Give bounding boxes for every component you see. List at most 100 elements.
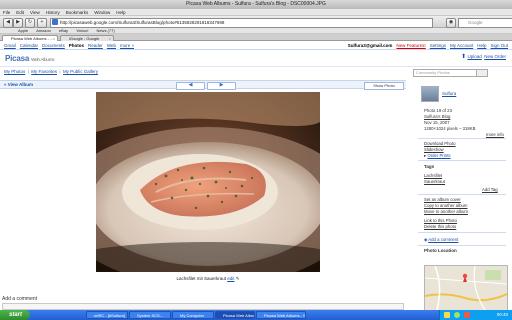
site-favicon-icon bbox=[52, 19, 58, 25]
search-icon[interactable] bbox=[476, 69, 488, 77]
upload-link[interactable]: Upload bbox=[467, 54, 481, 59]
gbar-calendar[interactable]: Calendar bbox=[18, 41, 40, 50]
taskbar-mirc[interactable]: mIRC - [#Sulfura] bbox=[86, 311, 128, 319]
next-photo-button[interactable]: ▶ bbox=[207, 82, 236, 90]
rss-icon[interactable]: ◉ bbox=[446, 18, 456, 28]
address-bar[interactable]: http://picasaweb.google.com/Sulfura3/Sul… bbox=[50, 18, 433, 28]
location-map[interactable] bbox=[424, 265, 508, 311]
add-bookmark-icon[interactable]: + bbox=[37, 18, 47, 28]
link-to-photo-link[interactable]: Link to this Photo bbox=[424, 218, 457, 223]
separator: | bbox=[27, 69, 29, 74]
view-album-link[interactable]: « View Album bbox=[4, 82, 33, 87]
taskbar-my-computer[interactable]: My Computer bbox=[172, 311, 214, 319]
picasa-header: Picasa Web Albums ⬆ Upload New Order bbox=[0, 50, 512, 67]
tray-security-icon[interactable] bbox=[464, 312, 470, 318]
more-info-link[interactable]: more info bbox=[486, 132, 504, 137]
edit-caption-link[interactable]: edit bbox=[227, 276, 234, 281]
menu-window[interactable]: Window bbox=[91, 9, 113, 16]
menu-help[interactable]: Help bbox=[113, 9, 128, 16]
sign-out-link[interactable]: Sign Out bbox=[488, 41, 510, 50]
my-photos-link[interactable]: My Photos bbox=[4, 67, 25, 76]
upload-icon: ⬆ bbox=[461, 54, 467, 60]
caption-edit-icon[interactable]: ✎ bbox=[236, 276, 240, 281]
add-comment-link[interactable]: Add a comment bbox=[428, 237, 458, 242]
tag-lachsfilet[interactable]: Lachsfilet bbox=[424, 173, 442, 178]
photo-location-heading: Photo Location bbox=[424, 248, 457, 253]
my-account-link[interactable]: My Account bbox=[448, 41, 475, 50]
main-photo[interactable] bbox=[96, 92, 320, 272]
picasa-logo[interactable]: Picasa Web Albums bbox=[5, 54, 55, 63]
comment-bubble-icon: ◆ bbox=[424, 237, 428, 242]
separator: | bbox=[59, 69, 61, 74]
taskbar-picasa-2[interactable]: Picasa Web Albums - S... bbox=[256, 311, 306, 319]
move-to-album-link[interactable]: Move to another album bbox=[424, 209, 468, 214]
delete-photo-link[interactable]: Delete this photo bbox=[424, 224, 456, 229]
gbar-reader[interactable]: Reader bbox=[86, 41, 105, 50]
taskbar-system[interactable]: System SCS... bbox=[129, 311, 171, 319]
back-icon[interactable]: ◀ bbox=[3, 18, 13, 28]
forward-icon[interactable]: ▶ bbox=[13, 18, 23, 28]
photo-date: Nov 15, 2007 bbox=[424, 120, 450, 125]
photo-image bbox=[96, 92, 320, 272]
taskbar-picasa-1[interactable]: Picasa Web Albums bbox=[215, 311, 255, 319]
menu-bookmarks[interactable]: Bookmarks bbox=[63, 9, 92, 16]
menu-view[interactable]: View bbox=[27, 9, 43, 16]
divider bbox=[418, 160, 506, 161]
slideshow-link[interactable]: Slideshow bbox=[424, 147, 444, 152]
google-bar: Gmail Calendar Documents Photos Reader Web mor… bbox=[0, 41, 512, 50]
menu-bar: File Edit View History Bookmarks Window Help bbox=[0, 9, 512, 16]
show-photo-button[interactable]: Show Photo bbox=[364, 82, 404, 90]
browser-toolbar: ◀ ▶ ↻ + http://picasaweb.google.com/Sulf… bbox=[0, 16, 512, 28]
order-prints-icon: ▸ bbox=[424, 153, 427, 158]
tray-app-icon[interactable] bbox=[444, 312, 450, 318]
system-tray: 00:40 bbox=[439, 310, 512, 320]
order-prints-link[interactable]: Order Prints bbox=[427, 153, 450, 158]
taskbar: start mIRC - [#Sulfura] System SCS... My… bbox=[0, 310, 512, 320]
start-button[interactable]: start bbox=[0, 310, 30, 320]
settings-link[interactable]: Settings bbox=[428, 41, 448, 50]
previous-photo-button[interactable]: ◀ bbox=[176, 82, 205, 90]
menu-history[interactable]: History bbox=[43, 9, 63, 16]
my-public-gallery-link[interactable]: My Public Gallery bbox=[63, 67, 98, 76]
photo-navigation-bar: « View Album ◀ ▶ Show Photo bbox=[0, 80, 406, 90]
reload-icon[interactable]: ↻ bbox=[25, 18, 35, 28]
comments-heading: Add a comment bbox=[2, 296, 38, 302]
clock: 00:40 bbox=[496, 312, 508, 317]
photo-dimensions: 1280×1024 pixels – 318KB bbox=[424, 126, 476, 131]
copy-to-album-link[interactable]: Copy to another album bbox=[424, 203, 467, 208]
comment-textarea[interactable] bbox=[2, 303, 404, 310]
add-tag-link[interactable]: Add Tag bbox=[482, 187, 498, 192]
new-order-link[interactable]: New Order bbox=[484, 54, 506, 59]
tray-network-icon[interactable] bbox=[454, 312, 460, 318]
gbar-gmail[interactable]: Gmail bbox=[2, 41, 18, 50]
set-album-cover-link[interactable]: Set as album cover bbox=[424, 197, 461, 202]
user-name-link[interactable]: Sulfura bbox=[442, 91, 456, 96]
location-pin-icon bbox=[462, 273, 468, 279]
divider bbox=[418, 232, 506, 233]
tags-heading: Tags bbox=[424, 164, 435, 169]
sub-navigation: My Photos | My Favorites | My Public Gal… bbox=[0, 67, 512, 77]
tab-bar: Picasa Web Albums - ... × iGoogle - Goog… bbox=[0, 34, 512, 47]
download-photo-link[interactable]: Download Photo bbox=[424, 141, 456, 146]
photo-position: Photo 19 of 23 bbox=[424, 108, 452, 113]
help-link[interactable]: Help bbox=[475, 41, 488, 50]
new-features-link[interactable]: New Features! bbox=[394, 41, 427, 50]
gbar-web[interactable]: Web bbox=[105, 41, 118, 50]
search-field[interactable]: Google bbox=[458, 18, 512, 28]
tag-sauerkraut[interactable]: Sauerkraut bbox=[424, 179, 445, 184]
gbar-photos: Photos bbox=[68, 43, 85, 48]
divider bbox=[418, 138, 506, 139]
gbar-documents[interactable]: Documents bbox=[40, 41, 67, 50]
menu-file[interactable]: File bbox=[0, 9, 13, 16]
photo-caption-row: Lachsfilet mit Sauerkraut edit ✎ bbox=[96, 276, 320, 282]
community-search-input[interactable]: Community Photos bbox=[413, 69, 477, 77]
my-favorites-link[interactable]: My Favorites bbox=[31, 67, 57, 76]
logo-text: Picasa bbox=[5, 54, 30, 63]
album-name-link[interactable]: Sulfura's Blog bbox=[424, 114, 450, 119]
divider bbox=[418, 245, 506, 246]
photo-sidebar: Sulfura Photo 19 of 23 Sulfura's Blog No… bbox=[418, 82, 512, 311]
menu-edit[interactable]: Edit bbox=[13, 9, 27, 16]
gbar-more[interactable]: more » bbox=[118, 41, 136, 50]
avatar[interactable] bbox=[421, 86, 439, 102]
account-email: Sulfura3@gmail.com bbox=[347, 43, 393, 48]
